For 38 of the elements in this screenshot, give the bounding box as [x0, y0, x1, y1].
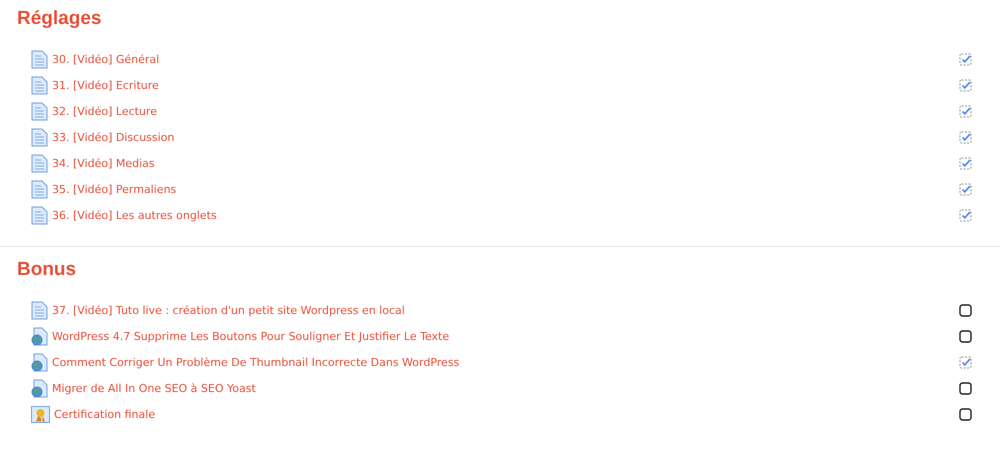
document-icon [31, 180, 48, 198]
document-icon [31, 128, 48, 146]
checkbox[interactable] [959, 382, 972, 394]
activity-link[interactable]: 36. [Vidéo] Les autres onglets [52, 208, 959, 222]
checkbox[interactable] [959, 130, 972, 144]
award-certificate-icon [31, 406, 50, 422]
activity-link[interactable]: WordPress 4.7 Supprime Les Boutons Pour Souligner Et Justifier Le Texte [52, 330, 959, 342]
checkbox[interactable] [959, 408, 972, 420]
activity-link[interactable]: 30. [Vidéo] Général [52, 52, 959, 66]
activity-link[interactable]: Migrer de All In One SEO à SEO Yoast [52, 382, 959, 394]
section-title: Bonus [17, 259, 78, 281]
activity-link[interactable]: 31. [Vidéo] Ecriture [52, 78, 959, 92]
document-icon [31, 76, 48, 94]
checkbox[interactable] [959, 356, 972, 368]
activity-link[interactable]: 32. [Vidéo] Lecture [52, 104, 959, 118]
checkbox[interactable] [959, 304, 972, 316]
document-icon [31, 154, 48, 172]
globe-document-icon [31, 378, 48, 398]
document-icon [31, 300, 48, 320]
checkbox[interactable] [959, 52, 972, 66]
globe-document-icon [31, 326, 48, 346]
checkbox[interactable] [959, 104, 972, 118]
checkbox[interactable] [959, 182, 972, 196]
document-icon [31, 50, 48, 68]
checkbox[interactable] [959, 208, 972, 222]
document-icon [31, 206, 48, 224]
document-icon [31, 102, 48, 120]
activity-link[interactable]: 33. [Vidéo] Discussion [52, 130, 959, 144]
activity-link[interactable]: 34. [Vidéo] Medias [52, 156, 959, 170]
activity-link[interactable]: 35. [Vidéo] Permaliens [52, 182, 959, 196]
checkbox[interactable] [959, 330, 972, 342]
checkbox[interactable] [959, 156, 972, 170]
checkbox[interactable] [959, 78, 972, 92]
activity-link[interactable]: 37. [Vidéo] Tuto live : création d'un petit site Wordpress en local [52, 304, 959, 316]
activity-link[interactable]: Comment Corriger Un Problème De Thumbnail Incorrecte Dans WordPress [52, 356, 959, 368]
section-title: Réglages [17, 8, 102, 30]
activity-link[interactable]: Certification finale [54, 408, 959, 420]
globe-document-icon [31, 352, 48, 372]
